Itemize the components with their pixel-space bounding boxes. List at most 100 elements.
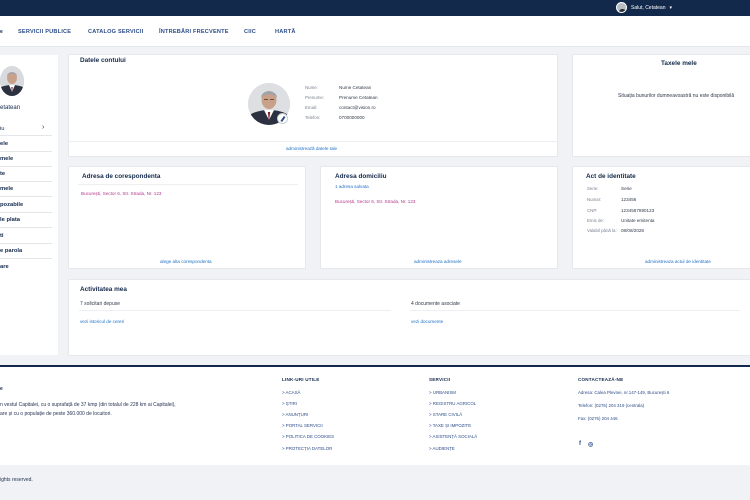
sidebar-item-9[interactable]: are	[0, 264, 9, 270]
field-value-nume: Nume Cetatean	[339, 85, 372, 90]
copyright-text: ights reserved.	[0, 477, 33, 483]
change-correspondence-link[interactable]: alege alta corespondenta	[160, 259, 212, 264]
field-value-email: contact@vision.ro	[339, 105, 376, 110]
requests-history-link[interactable]: vezi istoricul de cereri	[80, 319, 124, 324]
taxes-card	[572, 54, 750, 157]
field-label: Nume:	[305, 85, 318, 90]
sidebar-item-menu[interactable]: iu	[0, 126, 5, 132]
footer-service-registru[interactable]: > REGISTRU AGRICOL	[429, 401, 476, 406]
facebook-icon[interactable]: f	[579, 441, 581, 447]
footer-service-audiente[interactable]: > AUDIENȚE	[429, 446, 455, 451]
divider	[0, 151, 52, 152]
requests-count: 7 solicitari depuse	[80, 301, 121, 307]
domicile-card	[320, 166, 558, 269]
divider	[410, 310, 740, 311]
sidebar-item-6[interactable]: le plata	[0, 217, 20, 223]
field-label: Email:	[305, 105, 318, 110]
user-menu[interactable]: Salut, Cetatean ▾	[616, 2, 672, 13]
footer-logo: e	[0, 386, 3, 392]
divider	[0, 212, 52, 213]
sidebar-item-1[interactable]: ele	[0, 141, 8, 147]
field-value-valabil: 08/08/2028	[621, 228, 644, 233]
field-value-cnp: 1234567890123	[621, 208, 655, 213]
domicile-address: București, Sector 6, Str. Strada, Nr. 12…	[335, 199, 416, 204]
nav-intrebari-frecvente[interactable]: ÎNTREBĂRI FRECVENTE	[159, 29, 229, 35]
field-value-serie: Serie	[621, 186, 632, 191]
nav-servicii-publice[interactable]: SERVICII PUBLICE	[18, 29, 71, 35]
manage-account-link[interactable]: administrează datele tale	[286, 146, 337, 151]
field-value-emis: Unitate emitenta	[621, 218, 655, 223]
documents-link[interactable]: vezi documente	[411, 319, 443, 324]
correspondence-address: București, Sector 6, Str. Strada, Nr. 12…	[81, 191, 162, 196]
correspondence-card	[68, 166, 306, 269]
contact-phone: Telefon: (0276) 204 319 (centrala)	[578, 403, 645, 408]
footer-link-anunturi[interactable]: > ANUNȚURI	[282, 412, 308, 417]
nav-catalog-servicii[interactable]: CATALOG SERVICII	[88, 29, 143, 35]
top-bar: Salut, Cetatean ▾	[0, 0, 750, 16]
field-value-telefon: 0700000000	[339, 115, 365, 120]
footer-link-cookies[interactable]: > POLITICA DE COOKIES	[282, 434, 334, 439]
footer-description-1: n vestul Capitalei, cu o suprafață de 37…	[0, 402, 176, 408]
manage-addresses-link[interactable]: administreaza adresele	[414, 259, 462, 264]
correspondence-title: Adresa de corespondenta	[82, 173, 161, 180]
field-value-numar: 123456	[621, 197, 637, 202]
footer-link-protectia[interactable]: > PROTECȚIA DATELOR	[282, 446, 332, 451]
instagram-icon[interactable]: ◎	[588, 441, 593, 448]
nav-ciic[interactable]: CIIC	[244, 29, 256, 35]
field-label: Valabil până la:	[587, 228, 617, 233]
sidebar-profile-photo	[0, 66, 24, 96]
contact-fax: Fax: (0276) 204 446	[578, 416, 618, 421]
field-label: Emis de:	[587, 218, 605, 223]
sidebar-item-3[interactable]: te	[0, 171, 5, 177]
taxes-message: Situația bunurilor dumneavoastră nu este…	[618, 93, 735, 99]
divider	[0, 196, 52, 197]
footer-link-acasa[interactable]: > ACASĂ	[282, 390, 300, 395]
caret-down-icon[interactable]: ▾	[669, 5, 672, 11]
divider	[0, 227, 52, 228]
field-label: CNP:	[587, 208, 598, 213]
contact-address: Adresa: Calea Plevnei, nr.147-149, Bucur…	[578, 390, 670, 395]
sidebar-item-5[interactable]: pozabile	[0, 202, 23, 208]
taxes-card-title: Taxele mele	[661, 60, 697, 67]
sidebar-item-2[interactable]: mele	[0, 156, 13, 162]
sidebar-item-7[interactable]: ti	[0, 233, 4, 239]
sidebar-user-name: etatean	[0, 105, 21, 111]
services-heading: SERVICII	[429, 377, 451, 382]
footer-service-stare-civila[interactable]: > STARE CIVILĂ	[429, 412, 462, 417]
nav-harta[interactable]: HARTĂ	[275, 29, 296, 35]
activity-card	[68, 279, 750, 356]
sidebar-item-4[interactable]: mele	[0, 186, 13, 192]
divider	[69, 141, 557, 142]
edit-photo-icon[interactable]	[277, 113, 288, 124]
footer-description-2: are și cu o populație de peste 360.000 d…	[0, 411, 112, 417]
divider	[79, 310, 391, 311]
footer-service-taxe[interactable]: > TAXE ȘI IMPOZITE	[429, 423, 471, 428]
domicile-title: Adresa domiciliu	[335, 173, 387, 180]
activity-title: Activitatea mea	[80, 286, 127, 293]
footer-service-urbanism[interactable]: > URBANISM	[429, 390, 456, 395]
divider	[0, 181, 52, 182]
footer-link-stiri[interactable]: > ȘTIRI	[282, 401, 297, 406]
contact-heading: CONTACTEAZĂ-NE	[578, 377, 624, 382]
divider	[0, 135, 52, 136]
user-name[interactable]: Salut, Cetatean	[631, 5, 665, 11]
logo[interactable]: e	[0, 29, 3, 35]
copyright-bar	[0, 465, 750, 500]
account-card-title: Datele contului	[80, 57, 126, 64]
useful-links-heading: LINK-URI UTILE	[282, 377, 320, 382]
saved-addresses-count[interactable]: 1 adresa salvata	[335, 184, 369, 189]
documents-count: 4 documente asociate	[411, 301, 460, 307]
chevron-right-icon[interactable]: ›	[42, 124, 44, 131]
field-label: Numar:	[587, 197, 602, 202]
footer-link-portal[interactable]: > PORTAL SERVICII	[282, 423, 323, 428]
field-label: Serie:	[587, 186, 599, 191]
user-avatar[interactable]	[616, 2, 628, 13]
field-label: Telefon:	[305, 115, 321, 120]
manage-id-link[interactable]: administreaza actul de identitate	[645, 259, 711, 264]
footer-service-asistenta[interactable]: > ASISTENȚĂ SOCIALĂ	[429, 434, 477, 439]
identity-title: Act de identitate	[586, 173, 636, 180]
sidebar-item-8[interactable]: e parola	[0, 248, 22, 254]
footer	[0, 367, 750, 465]
divider	[0, 166, 52, 167]
field-label: Prenume:	[305, 95, 325, 100]
